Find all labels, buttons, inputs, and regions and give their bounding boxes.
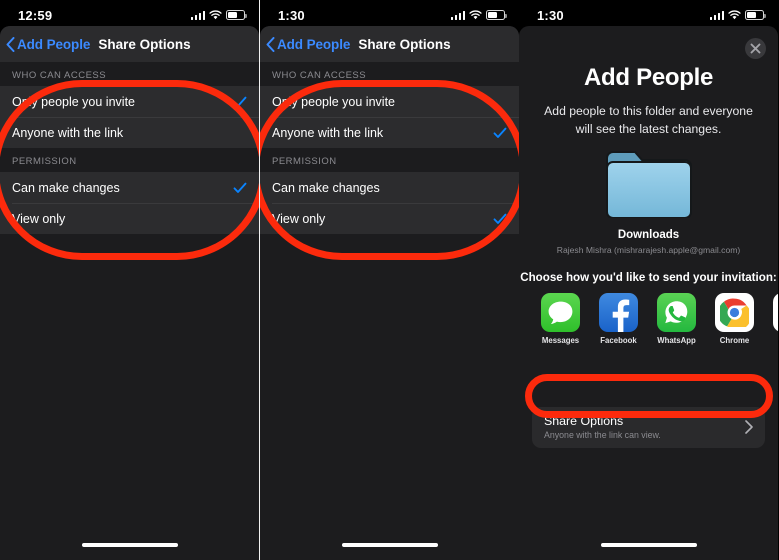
share-app-label: WhatsApp (657, 336, 696, 346)
section-header-permission: PERMISSION (260, 148, 519, 172)
page-title: Add People (583, 64, 713, 91)
row-can-make-changes[interactable]: Can make changes (0, 172, 259, 203)
back-button-label: Add People (17, 36, 91, 52)
share-options-text: Share Options Anyone with the link can v… (544, 414, 745, 440)
back-button[interactable]: Add People (0, 36, 91, 52)
checkmark-icon (493, 126, 507, 140)
wifi-icon (469, 10, 482, 20)
wifi-icon (209, 10, 222, 20)
status-bar-clock: 12:59 (18, 7, 53, 23)
battery-icon (226, 10, 247, 20)
signal-bars-icon (190, 10, 205, 20)
close-icon (750, 43, 761, 54)
nav-bar: Add People Share Options (0, 26, 259, 62)
chrome-app-icon (715, 293, 754, 333)
choose-invitation-label: Choose how you'd like to send your invit… (520, 271, 777, 285)
row-label: Anyone with the link (272, 125, 384, 140)
row-view-only[interactable]: View only (260, 203, 519, 234)
row-anyone-with-the-link[interactable]: Anyone with the link (0, 117, 259, 148)
share-apps-row: Messages Facebook WhatsApp Chrome (519, 284, 778, 345)
row-only-people-you-invite[interactable]: Only people you invite (260, 86, 519, 117)
row-label: Can make changes (12, 180, 120, 195)
row-view-only[interactable]: View only (0, 203, 259, 234)
wifi-icon (728, 10, 741, 20)
section-header-who-can-access: WHO CAN ACCESS (0, 62, 259, 86)
row-label: Only people you invite (272, 94, 395, 109)
add-people-sheet: Add People Add people to this folder and… (519, 26, 778, 560)
share-app-chrome[interactable]: Chrome (715, 293, 754, 345)
status-bar-icons (709, 10, 766, 20)
share-options-sheet: Add People Share Options WHO CAN ACCESS … (0, 26, 259, 560)
row-only-people-you-invite[interactable]: Only people you invite (0, 86, 259, 117)
battery-icon (745, 10, 766, 20)
home-indicator (81, 542, 178, 547)
phone-panel-3: 1:30 Add People Add people to this folde… (519, 0, 778, 560)
gmail-app-icon (773, 293, 778, 333)
signal-bars-icon (709, 10, 724, 20)
section-header-who-can-access: WHO CAN ACCESS (260, 62, 519, 86)
home-indicator (600, 542, 697, 547)
row-can-make-changes[interactable]: Can make changes (260, 172, 519, 203)
back-button[interactable]: Add People (260, 36, 351, 52)
page-subtitle: Add people to this folder and everyone w… (544, 104, 753, 136)
folder-owner: Rajesh Mishra (mishrarajesh.apple@gmail.… (556, 245, 741, 256)
whatsapp-app-icon (657, 293, 696, 333)
signal-bars-icon (450, 10, 465, 20)
phone-panel-1: 12:59 Add People Share Options WHO CAN A… (0, 0, 259, 560)
checkmark-icon (233, 95, 247, 109)
status-bar-clock: 1:30 (278, 7, 305, 23)
status-bar-icons (190, 10, 247, 20)
nav-bar: Add People Share Options (260, 26, 519, 62)
status-bar-icons (450, 10, 507, 20)
status-bar-clock: 1:30 (537, 7, 564, 23)
close-button[interactable] (745, 38, 766, 59)
messages-app-icon (541, 293, 580, 333)
back-button-label: Add People (277, 36, 351, 52)
row-label: Anyone with the link (12, 125, 124, 140)
options-list: WHO CAN ACCESS Only people you invite An… (260, 62, 519, 234)
screenshot-root: 12:59 Add People Share Options WHO CAN A… (0, 0, 779, 560)
share-app-gmail[interactable] (773, 293, 778, 336)
battery-icon (486, 10, 507, 20)
row-label: Can make changes (272, 180, 380, 195)
share-options-sheet: Add People Share Options WHO CAN ACCESS … (260, 26, 519, 560)
share-app-whatsapp[interactable]: WhatsApp (657, 293, 696, 345)
share-app-label: Messages (541, 336, 580, 346)
folder-icon (605, 150, 693, 223)
section-header-permission: PERMISSION (0, 148, 259, 172)
chevron-left-icon (6, 36, 15, 52)
chevron-left-icon (266, 36, 275, 52)
row-anyone-with-the-link[interactable]: Anyone with the link (260, 117, 519, 148)
row-label: Only people you invite (12, 94, 135, 109)
share-app-label: Chrome (719, 336, 750, 346)
checkmark-icon (493, 212, 507, 226)
chevron-right-icon (745, 420, 753, 434)
share-options-title: Share Options (544, 414, 624, 428)
checkmark-icon (233, 181, 247, 195)
folder-name: Downloads (617, 229, 680, 242)
share-options-button[interactable]: Share Options Anyone with the link can v… (532, 407, 765, 448)
share-app-facebook[interactable]: Facebook (599, 293, 638, 345)
share-app-label: Facebook (600, 336, 637, 346)
row-label: View only (272, 211, 326, 226)
facebook-app-icon (599, 293, 638, 333)
options-list: WHO CAN ACCESS Only people you invite An… (0, 62, 259, 234)
row-label: View only (12, 211, 66, 226)
folder-preview: Downloads Rajesh Mishra (mishrarajesh.ap… (519, 150, 778, 255)
home-indicator (341, 542, 438, 547)
share-options-subtitle: Anyone with the link can view. (544, 430, 661, 440)
phone-panel-2: 1:30 Add People Share Options WHO CAN AC… (259, 0, 519, 560)
share-app-messages[interactable]: Messages (541, 293, 580, 345)
